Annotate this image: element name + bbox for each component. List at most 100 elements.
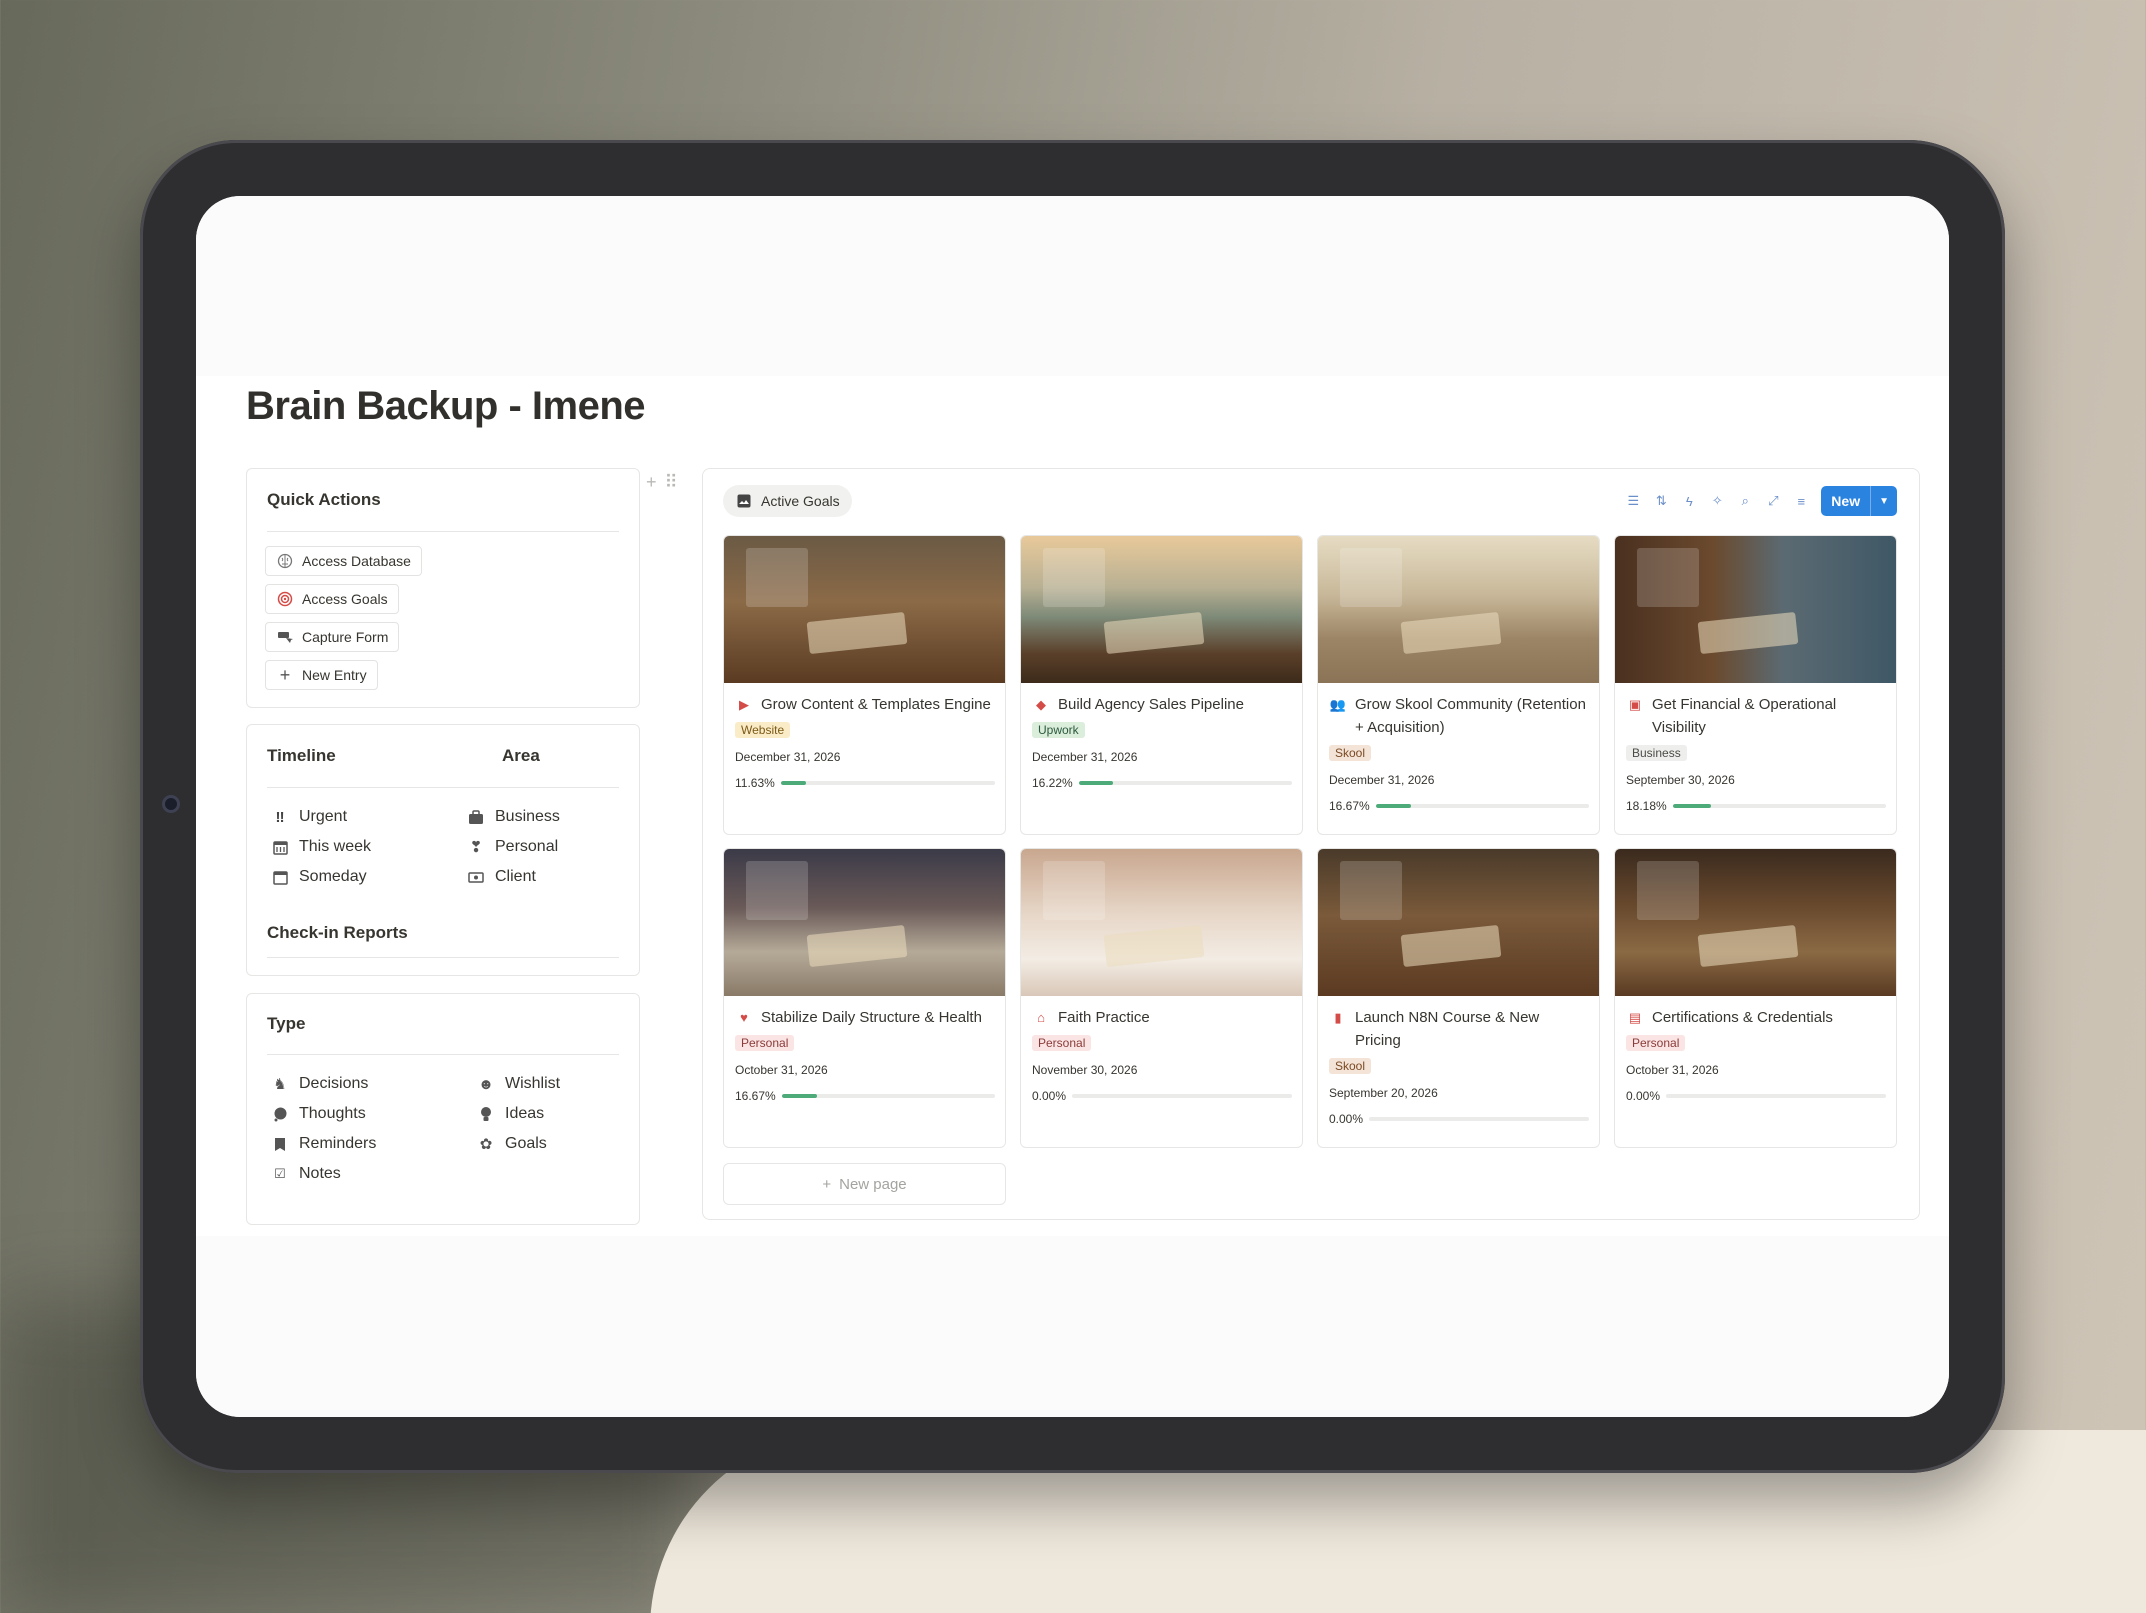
automation-icon[interactable]: ϟ: [1681, 493, 1697, 509]
sort-icon[interactable]: ⇅: [1653, 493, 1669, 509]
calendar-week-icon: [271, 838, 289, 856]
quick-actions-panel: Quick Actions Access Database Access Goa…: [246, 468, 640, 708]
tablet-frame: Brain Backup - Imene Quick Actions Acces…: [140, 140, 2005, 1473]
capture-form-button[interactable]: Capture Form: [265, 622, 400, 652]
expand-icon[interactable]: ⤢: [1765, 493, 1781, 509]
page-footer-band: [196, 1236, 1949, 1417]
tablet-screen: Brain Backup - Imene Quick Actions Acces…: [196, 196, 1949, 1417]
progress-bar: [1072, 1094, 1292, 1098]
area-business-label: Business: [495, 808, 560, 825]
access-database-label: Access Database: [302, 553, 411, 569]
area-heading[interactable]: Area: [502, 746, 540, 766]
flower-icon: ✿: [479, 1136, 493, 1153]
area-personal-label: Personal: [495, 838, 559, 855]
calendar-icon: [271, 868, 289, 886]
card-cover-image: [724, 536, 1005, 683]
checklist-icon: ☑: [274, 1166, 286, 1181]
access-database-button[interactable]: Access Database: [265, 546, 422, 576]
progress-fill: [1078, 781, 1114, 785]
progress-label: 16.22%: [1032, 776, 1073, 790]
card-tag: Personal: [735, 1035, 795, 1051]
type-decisions[interactable]: ♞ Decisions: [271, 1069, 376, 1099]
bookmark-icon: [271, 1135, 289, 1153]
new-page-button[interactable]: + New page: [723, 1163, 1006, 1205]
progress-bar: [1369, 1117, 1589, 1121]
filter-icon[interactable]: ☰: [1625, 493, 1641, 509]
timeline-this-week-label: This week: [299, 838, 372, 855]
view-tab-label: Active Goals: [761, 493, 840, 509]
timeline-someday[interactable]: Someday: [271, 862, 371, 892]
target-icon: [276, 590, 294, 608]
type-heading: Type: [267, 1014, 306, 1033]
view-tab-active-goals[interactable]: Active Goals: [723, 485, 852, 517]
progress-bar: [780, 781, 995, 785]
progress-bar: [1666, 1094, 1886, 1098]
drag-handle-icon[interactable]: ⠿: [665, 472, 678, 493]
type-goals-label: Goals: [505, 1135, 547, 1152]
timeline-urgent[interactable]: ‼ Urgent: [271, 802, 371, 832]
checkin-reports-heading[interactable]: Check-in Reports: [247, 921, 428, 945]
card-date: September 20, 2026: [1329, 1086, 1438, 1100]
new-button[interactable]: New ▼: [1821, 486, 1897, 516]
divider: [267, 787, 619, 788]
access-goals-button[interactable]: Access Goals: [265, 584, 399, 614]
bag-icon: ▮: [1334, 1010, 1342, 1025]
quick-actions-heading: Quick Actions: [267, 490, 381, 509]
brain-icon: [276, 552, 294, 570]
card-date: December 31, 2026: [1329, 773, 1435, 787]
certificate-icon: ▤: [1628, 1010, 1642, 1025]
timeline-heading[interactable]: Timeline: [267, 746, 336, 766]
goal-card[interactable]: ◆ Build Agency Sales Pipeline Upwork Decemb…: [1020, 535, 1303, 835]
progress-label: 11.63%: [735, 776, 775, 790]
add-block-icon[interactable]: +: [646, 472, 657, 493]
area-personal[interactable]: ❣ Personal: [467, 832, 560, 862]
area-business[interactable]: Business: [467, 802, 560, 832]
goal-card[interactable]: ♥ Stabilize Daily Structure & Health Perso…: [723, 848, 1006, 1148]
timeline-someday-label: Someday: [299, 868, 367, 885]
card-title: Grow Content & Templates Engine: [761, 696, 991, 713]
plus-icon: +: [822, 1175, 832, 1193]
card-tag: Website: [735, 722, 791, 738]
timeline-urgent-label: Urgent: [299, 808, 348, 825]
progress-fill: [1672, 804, 1712, 808]
type-thoughts-label: Thoughts: [299, 1105, 366, 1122]
smiley-icon: ☻: [478, 1075, 494, 1093]
search-icon[interactable]: ⌕: [1737, 493, 1753, 509]
magic-icon[interactable]: ✧: [1709, 493, 1725, 509]
card-date: December 31, 2026: [1032, 750, 1138, 764]
card-tag: Personal: [1626, 1035, 1686, 1051]
goal-card[interactable]: ▤ Certifications & Credentials Personal Oct…: [1614, 848, 1897, 1148]
goal-card[interactable]: ▶ Grow Content & Templates Engine Website D…: [723, 535, 1006, 835]
type-thoughts[interactable]: Thoughts: [271, 1099, 376, 1129]
area-client-label: Client: [495, 868, 536, 885]
timeline-this-week[interactable]: This week: [271, 832, 371, 862]
progress-label: 16.67%: [1329, 799, 1370, 813]
new-entry-button[interactable]: + New Entry: [265, 660, 378, 690]
chevron-down-icon[interactable]: ▼: [1871, 486, 1897, 516]
goal-card[interactable]: 👥 Grow Skool Community (Retention + Acqui…: [1317, 535, 1600, 835]
type-reminders[interactable]: Reminders: [271, 1129, 376, 1159]
card-date: December 31, 2026: [735, 750, 841, 764]
area-client[interactable]: Client: [467, 862, 560, 892]
card-tag: Business: [1626, 745, 1687, 761]
goal-card[interactable]: ⌂ Faith Practice Personal November 30, 2026…: [1020, 848, 1303, 1148]
type-wishlist[interactable]: ☻ Wishlist: [477, 1069, 560, 1099]
card-progress: 0.00%: [1318, 1100, 1599, 1126]
settings-icon[interactable]: ≡: [1793, 493, 1809, 509]
card-tag: Personal: [1032, 1035, 1092, 1051]
card-tag: Skool: [1329, 1058, 1372, 1074]
type-goals[interactable]: ✿ Goals: [477, 1129, 560, 1159]
goal-card[interactable]: ▣ Get Financial & Operational Visibility B…: [1614, 535, 1897, 835]
card-progress: 0.00%: [1021, 1077, 1302, 1103]
camera-icon: [162, 795, 180, 813]
card-title: Faith Practice: [1058, 1009, 1150, 1026]
type-notes[interactable]: ☑ Notes: [271, 1159, 376, 1189]
divider: [267, 957, 619, 958]
new-button-label: New: [1821, 486, 1872, 516]
play-circle-icon: ▶: [739, 697, 749, 712]
progress-label: 0.00%: [1626, 1089, 1661, 1103]
goal-card[interactable]: ▮ Launch N8N Course & New Pricing Skool Sep…: [1317, 848, 1600, 1148]
card-date: September 30, 2026: [1626, 773, 1735, 787]
progress-bar: [1078, 781, 1292, 785]
type-ideas[interactable]: Ideas: [477, 1099, 560, 1129]
